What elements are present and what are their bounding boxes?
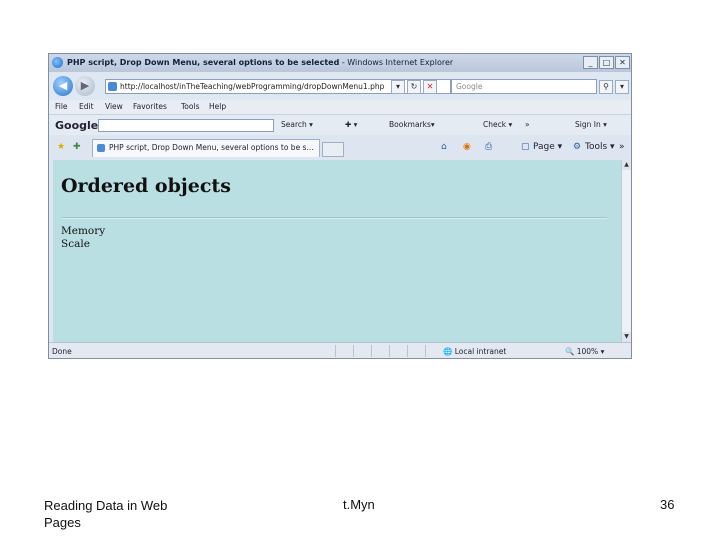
menu-favorites[interactable]: Favorites xyxy=(133,102,167,111)
page-menu-icon: ▢ xyxy=(521,142,530,152)
zoom-level: 100% xyxy=(576,347,599,356)
horizontal-rule xyxy=(61,217,607,219)
security-zone-label: Local intranet xyxy=(454,347,507,356)
tools-menu-icon: ⚙ xyxy=(573,142,582,152)
tab-page-icon xyxy=(97,144,105,152)
status-divider xyxy=(371,345,390,357)
menu-tools[interactable]: Tools xyxy=(181,102,199,111)
toolbar-more-icon[interactable]: » xyxy=(525,120,530,129)
list-item: Scale xyxy=(61,238,90,250)
feeds-icon[interactable]: ◉ xyxy=(463,142,471,152)
window-title: PHP script, Drop Down Menu, several opti… xyxy=(67,58,453,67)
check-button[interactable]: Check ▾ xyxy=(483,120,512,129)
google-tools-icon[interactable]: ✚ ▾ xyxy=(345,120,357,129)
slide-footer-title: Reading Data in Web Pages xyxy=(44,498,168,530)
tab-active[interactable]: PHP script, Drop Down Menu, several opti… xyxy=(92,139,320,157)
google-toolbar: Google Search ▾ ✚ ▾ Bookmarks▾ Check ▾ »… xyxy=(49,114,631,136)
slide-page-number: 36 xyxy=(660,497,675,512)
search-options-icon[interactable]: ▾ xyxy=(615,80,629,94)
status-divider xyxy=(389,345,408,357)
security-zone: 🌐 Local intranet xyxy=(443,347,507,356)
title-bar: PHP script, Drop Down Menu, several opti… xyxy=(49,54,631,72)
google-logo: Google xyxy=(55,119,99,132)
page-heading: Ordered objects xyxy=(61,175,231,197)
ie-logo-icon xyxy=(52,57,63,68)
command-more-icon[interactable]: » xyxy=(619,142,625,152)
favorites-star-icon[interactable]: ★ xyxy=(57,142,65,152)
refresh-icon[interactable]: ↻ xyxy=(407,80,421,94)
page-content: Ordered objects Memory Scale xyxy=(53,160,621,342)
page-menu-button[interactable]: Page ▾ xyxy=(533,142,562,152)
vertical-scrollbar[interactable]: ▲ ▼ xyxy=(621,160,631,342)
maximize-button[interactable]: □ xyxy=(599,56,614,69)
page-icon xyxy=(108,82,117,91)
tab-bar: ★ ✚ PHP script, Drop Down Menu, several … xyxy=(49,135,631,159)
new-tab-button[interactable] xyxy=(322,142,344,157)
add-favorite-icon[interactable]: ✚ xyxy=(73,142,81,152)
search-icon[interactable]: ⚲ xyxy=(599,80,613,94)
address-row: ◀ ▶ http://localhost/inTheTeaching/webPr… xyxy=(49,73,631,100)
status-divider xyxy=(335,345,354,357)
tools-menu-button[interactable]: Tools ▾ xyxy=(585,142,615,152)
bookmarks-button[interactable]: Bookmarks▾ xyxy=(389,120,435,129)
status-divider xyxy=(407,345,426,357)
address-dropdown-icon[interactable]: ▾ xyxy=(391,80,405,94)
status-bar: Done 🌐 Local intranet 🔍 100% ▾ xyxy=(49,342,631,358)
menu-edit[interactable]: Edit xyxy=(79,102,94,111)
close-button[interactable]: ✕ xyxy=(615,56,630,69)
stop-icon[interactable]: ✕ xyxy=(423,80,437,94)
google-search-input[interactable] xyxy=(98,119,274,132)
list-item: Memory xyxy=(61,225,106,237)
google-search-button[interactable]: Search ▾ xyxy=(281,120,313,129)
menu-file[interactable]: File xyxy=(55,102,68,111)
back-button[interactable]: ◀ xyxy=(53,76,73,96)
tab-label: PHP script, Drop Down Menu, several opti… xyxy=(109,143,314,152)
menu-help[interactable]: Help xyxy=(209,102,226,111)
scroll-down-icon[interactable]: ▼ xyxy=(622,332,631,342)
status-divider xyxy=(353,345,372,357)
forward-button[interactable]: ▶ xyxy=(75,76,95,96)
browser-window: PHP script, Drop Down Menu, several opti… xyxy=(48,53,632,359)
slide-footer-author: t.Myn xyxy=(343,497,375,512)
address-text: http://localhost/inTheTeaching/webProgra… xyxy=(120,82,385,91)
search-input[interactable]: Google xyxy=(451,79,597,94)
zoom-control[interactable]: 🔍 100% ▾ xyxy=(565,347,604,356)
minimize-button[interactable]: _ xyxy=(583,56,598,69)
menu-view[interactable]: View xyxy=(105,102,123,111)
window-title-page: PHP script, Drop Down Menu, several opti… xyxy=(67,58,340,67)
sign-in-button[interactable]: Sign In ▾ xyxy=(575,120,607,129)
status-text: Done xyxy=(52,347,72,356)
status-divider xyxy=(425,345,444,357)
window-title-app: - Windows Internet Explorer xyxy=(339,58,454,67)
menu-bar: File Edit View Favorites Tools Help xyxy=(49,100,631,114)
print-icon[interactable]: ⎙ xyxy=(485,142,492,152)
home-icon[interactable]: ⌂ xyxy=(441,142,447,152)
scroll-up-icon[interactable]: ▲ xyxy=(622,160,631,170)
